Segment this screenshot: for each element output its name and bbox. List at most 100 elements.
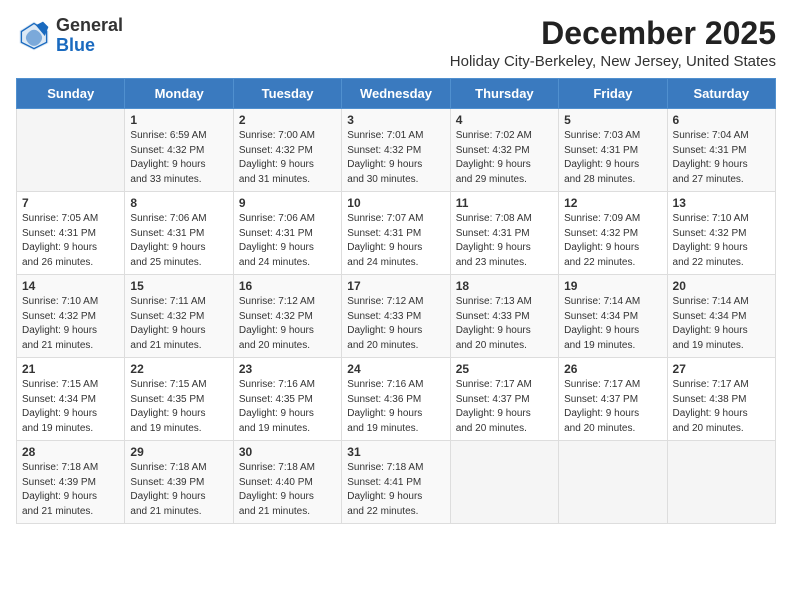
calendar-cell: 5 Sunrise: 7:03 AM Sunset: 4:31 PM Daylig…: [559, 109, 667, 192]
day-info: Sunrise: 7:10 AM Sunset: 4:32 PM Dayligh…: [22, 295, 119, 353]
day-number: 12: [564, 196, 661, 210]
calendar-week-4: 21Sunrise: 7:15 AM Sunset: 4:34 PM Dayli…: [17, 358, 776, 441]
day-number: 6: [673, 113, 770, 127]
day-number: 14: [22, 279, 119, 293]
day-info: Sunrise: 7:09 AM Sunset: 4:32 PM Dayligh…: [564, 212, 661, 270]
calendar-cell: [450, 441, 558, 524]
calendar-cell: 10Sunrise: 7:07 AM Sunset: 4:31 PM Dayli…: [342, 192, 450, 275]
day-info: Sunrise: 7:06 AM Sunset: 4:31 PM Dayligh…: [130, 212, 227, 270]
day-number: 28: [22, 445, 119, 459]
day-number: 9: [239, 196, 336, 210]
day-number: 22: [130, 362, 227, 376]
day-number: 4: [456, 113, 553, 127]
day-info: Sunrise: 7:03 AM Sunset: 4:31 PM Dayligh…: [564, 129, 661, 187]
day-info: Sunrise: 7:06 AM Sunset: 4:31 PM Dayligh…: [239, 212, 336, 270]
day-info: Sunrise: 7:15 AM Sunset: 4:35 PM Dayligh…: [130, 378, 227, 436]
calendar-cell: 27 Sunrise: 7:17 AM Sunset: 4:38 PM Dayli…: [667, 358, 775, 441]
day-info: Sunrise: 7:13 AM Sunset: 4:33 PM Dayligh…: [456, 295, 553, 353]
calendar-week-5: 28 Sunrise: 7:18 AM Sunset: 4:39 PM Dayli…: [17, 441, 776, 524]
calendar-cell: 31Sunrise: 7:18 AM Sunset: 4:41 PM Dayli…: [342, 441, 450, 524]
calendar-week-3: 14 Sunrise: 7:10 AM Sunset: 4:32 PM Dayli…: [17, 275, 776, 358]
calendar-cell: 6Sunrise: 7:04 AM Sunset: 4:31 PM Daylig…: [667, 109, 775, 192]
calendar-cell: 30Sunrise: 7:18 AM Sunset: 4:40 PM Dayli…: [233, 441, 341, 524]
calendar-week-2: 7Sunrise: 7:05 AM Sunset: 4:31 PM Daylig…: [17, 192, 776, 275]
day-number: 21: [22, 362, 119, 376]
day-number: 17: [347, 279, 444, 293]
calendar-cell: 24 Sunrise: 7:16 AM Sunset: 4:36 PM Dayli…: [342, 358, 450, 441]
day-info: Sunrise: 7:14 AM Sunset: 4:34 PM Dayligh…: [564, 295, 661, 353]
weekday-header-row: SundayMondayTuesdayWednesdayThursdayFrid…: [17, 79, 776, 109]
calendar-cell: 3 Sunrise: 7:01 AM Sunset: 4:32 PM Daylig…: [342, 109, 450, 192]
calendar-week-1: 1 Sunrise: 6:59 AM Sunset: 4:32 PM Daylig…: [17, 109, 776, 192]
day-number: 20: [673, 279, 770, 293]
calendar-cell: [17, 109, 125, 192]
day-info: Sunrise: 7:07 AM Sunset: 4:31 PM Dayligh…: [347, 212, 444, 270]
weekday-header-saturday: Saturday: [667, 79, 775, 109]
day-info: Sunrise: 7:17 AM Sunset: 4:37 PM Dayligh…: [564, 378, 661, 436]
day-number: 30: [239, 445, 336, 459]
day-info: Sunrise: 7:08 AM Sunset: 4:31 PM Dayligh…: [456, 212, 553, 270]
calendar-cell: 4 Sunrise: 7:02 AM Sunset: 4:32 PM Daylig…: [450, 109, 558, 192]
day-number: 16: [239, 279, 336, 293]
day-number: 2: [239, 113, 336, 127]
calendar-cell: 7Sunrise: 7:05 AM Sunset: 4:31 PM Daylig…: [17, 192, 125, 275]
day-info: Sunrise: 7:18 AM Sunset: 4:39 PM Dayligh…: [130, 461, 227, 519]
day-number: 26: [564, 362, 661, 376]
day-number: 5: [564, 113, 661, 127]
day-number: 15: [130, 279, 227, 293]
weekday-header-monday: Monday: [125, 79, 233, 109]
day-number: 27: [673, 362, 770, 376]
calendar-cell: 26 Sunrise: 7:17 AM Sunset: 4:37 PM Dayli…: [559, 358, 667, 441]
day-number: 8: [130, 196, 227, 210]
calendar-cell: 16 Sunrise: 7:12 AM Sunset: 4:32 PM Dayli…: [233, 275, 341, 358]
calendar-cell: 25Sunrise: 7:17 AM Sunset: 4:37 PM Dayli…: [450, 358, 558, 441]
day-number: 29: [130, 445, 227, 459]
weekday-header-tuesday: Tuesday: [233, 79, 341, 109]
weekday-header-sunday: Sunday: [17, 79, 125, 109]
calendar-cell: [559, 441, 667, 524]
day-info: Sunrise: 7:18 AM Sunset: 4:41 PM Dayligh…: [347, 461, 444, 519]
day-number: 18: [456, 279, 553, 293]
calendar-cell: 22 Sunrise: 7:15 AM Sunset: 4:35 PM Dayli…: [125, 358, 233, 441]
calendar-cell: 2 Sunrise: 7:00 AM Sunset: 4:32 PM Daylig…: [233, 109, 341, 192]
month-title: December 2025: [450, 16, 776, 51]
title-area: December 2025 Holiday City-Berkeley, New…: [450, 16, 776, 70]
day-info: Sunrise: 7:12 AM Sunset: 4:32 PM Dayligh…: [239, 295, 336, 353]
calendar-cell: 18 Sunrise: 7:13 AM Sunset: 4:33 PM Dayli…: [450, 275, 558, 358]
calendar-cell: 13 Sunrise: 7:10 AM Sunset: 4:32 PM Dayli…: [667, 192, 775, 275]
calendar-cell: 23Sunrise: 7:16 AM Sunset: 4:35 PM Dayli…: [233, 358, 341, 441]
day-info: Sunrise: 7:18 AM Sunset: 4:39 PM Dayligh…: [22, 461, 119, 519]
day-info: Sunrise: 7:10 AM Sunset: 4:32 PM Dayligh…: [673, 212, 770, 270]
day-number: 25: [456, 362, 553, 376]
logo-general-text: General: [56, 15, 123, 35]
day-number: 11: [456, 196, 553, 210]
day-info: Sunrise: 7:01 AM Sunset: 4:32 PM Dayligh…: [347, 129, 444, 187]
day-number: 24: [347, 362, 444, 376]
calendar-cell: 9 Sunrise: 7:06 AM Sunset: 4:31 PM Daylig…: [233, 192, 341, 275]
day-info: Sunrise: 6:59 AM Sunset: 4:32 PM Dayligh…: [130, 129, 227, 187]
day-info: Sunrise: 7:16 AM Sunset: 4:35 PM Dayligh…: [239, 378, 336, 436]
logo-icon: [16, 18, 52, 54]
day-info: Sunrise: 7:16 AM Sunset: 4:36 PM Dayligh…: [347, 378, 444, 436]
calendar-cell: [667, 441, 775, 524]
calendar-body: 1 Sunrise: 6:59 AM Sunset: 4:32 PM Daylig…: [17, 109, 776, 524]
day-number: 3: [347, 113, 444, 127]
day-info: Sunrise: 7:05 AM Sunset: 4:31 PM Dayligh…: [22, 212, 119, 270]
calendar-cell: 19 Sunrise: 7:14 AM Sunset: 4:34 PM Dayli…: [559, 275, 667, 358]
calendar-cell: 29 Sunrise: 7:18 AM Sunset: 4:39 PM Dayli…: [125, 441, 233, 524]
day-number: 19: [564, 279, 661, 293]
calendar-table: SundayMondayTuesdayWednesdayThursdayFrid…: [16, 78, 776, 524]
calendar-cell: 1 Sunrise: 6:59 AM Sunset: 4:32 PM Daylig…: [125, 109, 233, 192]
day-info: Sunrise: 7:02 AM Sunset: 4:32 PM Dayligh…: [456, 129, 553, 187]
day-number: 13: [673, 196, 770, 210]
calendar-cell: 8 Sunrise: 7:06 AM Sunset: 4:31 PM Daylig…: [125, 192, 233, 275]
calendar-cell: 14 Sunrise: 7:10 AM Sunset: 4:32 PM Dayli…: [17, 275, 125, 358]
calendar-cell: 15Sunrise: 7:11 AM Sunset: 4:32 PM Dayli…: [125, 275, 233, 358]
day-info: Sunrise: 7:17 AM Sunset: 4:38 PM Dayligh…: [673, 378, 770, 436]
day-info: Sunrise: 7:00 AM Sunset: 4:32 PM Dayligh…: [239, 129, 336, 187]
weekday-header-wednesday: Wednesday: [342, 79, 450, 109]
day-number: 1: [130, 113, 227, 127]
logo-blue-text: Blue: [56, 35, 95, 55]
logo: General Blue: [16, 16, 123, 56]
calendar-cell: 20Sunrise: 7:14 AM Sunset: 4:34 PM Dayli…: [667, 275, 775, 358]
